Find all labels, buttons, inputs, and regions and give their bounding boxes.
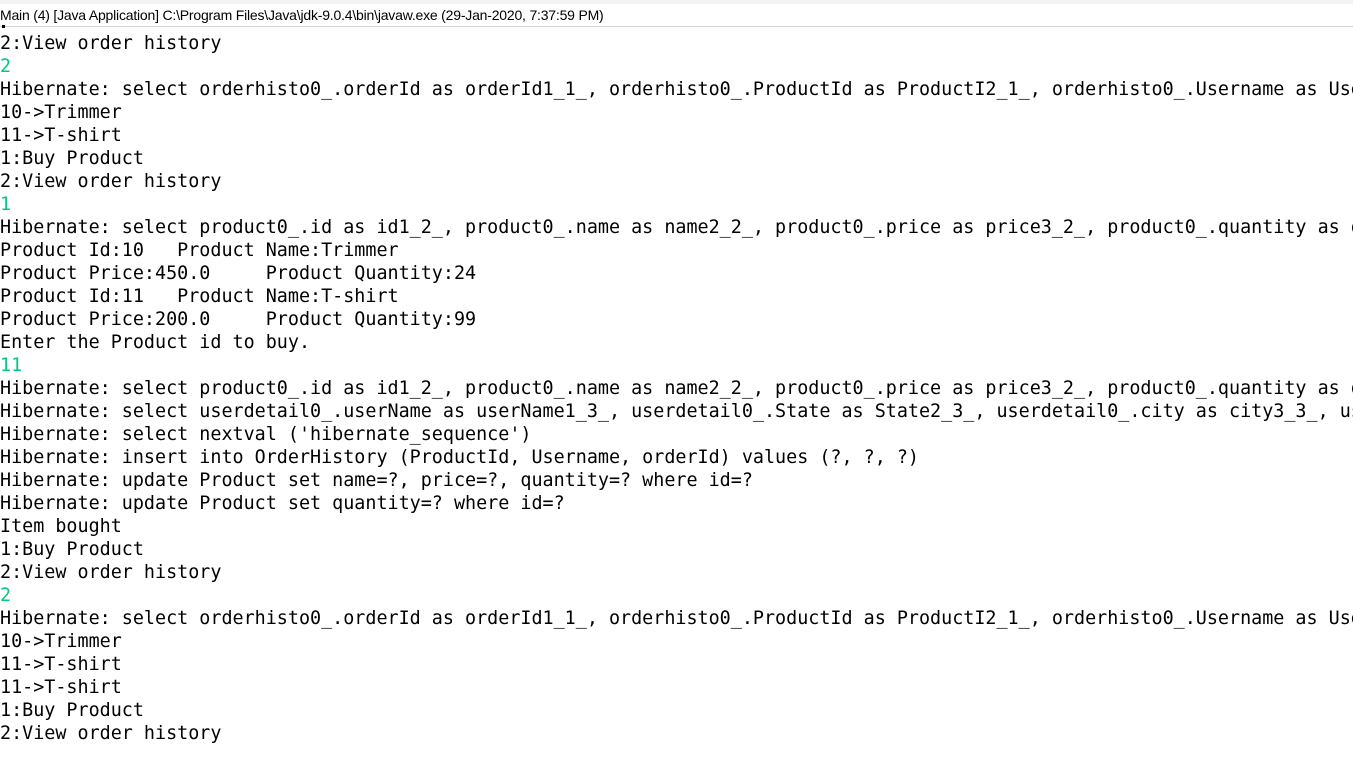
console-line: 10->Trimmer — [0, 102, 122, 123]
console-line: Product Price:200.0 Product Quantity:99 — [0, 309, 477, 330]
console-line: 11->T-shirt — [0, 654, 122, 675]
console-line: 11->T-shirt — [0, 677, 122, 698]
console-line: Hibernate: select nextval ('hibernate_se… — [0, 424, 532, 445]
console-user-input: 11 — [0, 355, 23, 376]
console-line: Hibernate: select product0_.id as id1_2_… — [0, 217, 1353, 238]
console-line: Hibernate: select orderhisto0_.orderId a… — [0, 79, 1353, 100]
console-line: Hibernate: select userdetail0_.userName … — [0, 401, 1353, 422]
console-title: Main (4) [Java Application] C:\Program F… — [0, 7, 604, 23]
scrolled-text-fragment — [0, 23, 10, 29]
console-line: Hibernate: update Product set quantity=?… — [0, 493, 565, 514]
console-line: 2:View order history — [0, 171, 222, 192]
console-output[interactable]: 2:View order history 2 Hibernate: select… — [0, 32, 1353, 759]
console-line: Hibernate: update Product set name=?, pr… — [0, 470, 753, 491]
console-line: 11->T-shirt — [0, 125, 122, 146]
console-line: Hibernate: insert into OrderHistory (Pro… — [0, 447, 919, 468]
console-line: 1:Buy Product — [0, 539, 144, 560]
console-line: 2:View order history — [0, 33, 222, 54]
console-line: 1:Buy Product — [0, 700, 144, 721]
console-line: Item bought — [0, 516, 122, 537]
console-user-input: 2 — [0, 585, 12, 606]
console-title-bar: Main (4) [Java Application] C:\Program F… — [0, 4, 1353, 27]
console-line: 2:View order history — [0, 562, 222, 583]
console-line: Hibernate: select product0_.id as id1_2_… — [0, 378, 1353, 399]
console-user-input: 2 — [0, 56, 12, 77]
console-line: Hibernate: select orderhisto0_.orderId a… — [0, 608, 1353, 629]
console-line: 10->Trimmer — [0, 631, 122, 652]
console-line: Product Price:450.0 Product Quantity:24 — [0, 263, 477, 284]
console-line: 2:View order history — [0, 723, 222, 744]
console-user-input: 1 — [0, 194, 12, 215]
console-line: 1:Buy Product — [0, 148, 144, 169]
console-line: Product Id:11 Product Name:T-shirt — [0, 286, 399, 307]
console-line: Enter the Product id to buy. — [0, 332, 311, 353]
console-line: Product Id:10 Product Name:Trimmer — [0, 240, 399, 261]
